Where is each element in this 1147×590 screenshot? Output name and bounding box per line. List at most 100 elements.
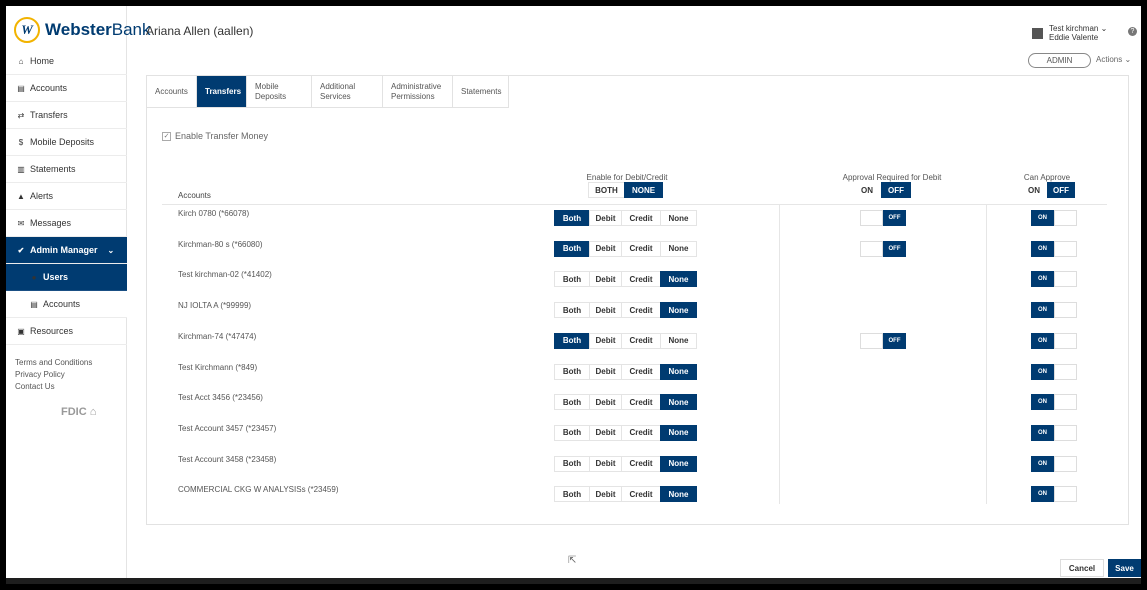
option-both-button[interactable]: Both (554, 424, 590, 441)
option-debit-button[interactable]: Debit (589, 486, 622, 503)
page-title: Ariana Allen (aallen) (146, 24, 254, 38)
master-none-button[interactable]: NONE (624, 182, 663, 198)
option-both-button[interactable]: Both (554, 271, 590, 288)
option-none-button[interactable]: None (660, 302, 697, 319)
sidebar-item-home[interactable]: ⌂ Home (6, 48, 127, 75)
approval-on-button[interactable]: ON (852, 182, 882, 198)
approval-toggle[interactable]: OFF (860, 332, 906, 349)
can-approve-toggle[interactable]: ON (1031, 424, 1077, 441)
save-button[interactable]: Save (1108, 559, 1141, 577)
sidebar-item-statements[interactable]: ▥ Statements (6, 156, 127, 183)
sidebar-item-admin-manager[interactable]: ✔ Admin Manager ⌄ (6, 237, 127, 264)
sidebar-item-alerts[interactable]: ▲ Alerts (6, 183, 127, 210)
webster-bank-logo[interactable]: W WebsterBank (14, 16, 151, 44)
account-name: Test Kirchmann (*849) (178, 362, 258, 372)
can-approve-toggle[interactable]: ON (1031, 240, 1077, 257)
option-none-button[interactable]: None (660, 424, 697, 441)
tab-administrative-permissions[interactable]: Administrative Permissions (383, 76, 453, 107)
user-menu[interactable]: Test kirchman ⌄ Eddie Valente (1032, 24, 1107, 42)
sidebar-item-resources[interactable]: ▣ Resources (6, 318, 127, 345)
can-approve-toggle[interactable]: ON (1031, 210, 1077, 226)
option-credit-button[interactable]: Credit (621, 424, 661, 441)
sidebar-item-users[interactable]: ● Users (6, 264, 127, 291)
tab-mobile-deposits[interactable]: Mobile Deposits (247, 76, 312, 107)
debit-credit-selector: Both Debit Credit None (554, 332, 697, 349)
sidebar-item-admin-accounts[interactable]: ▤ Accounts (6, 291, 127, 318)
approval-toggle[interactable]: OFF (860, 240, 906, 257)
sidebar-item-accounts[interactable]: ▤ Accounts (6, 75, 127, 102)
option-credit-button[interactable]: Credit (621, 486, 661, 503)
tab-statements[interactable]: Statements (453, 76, 509, 107)
option-both-button[interactable]: Both (554, 486, 590, 503)
option-none-button[interactable]: None (660, 363, 697, 380)
option-credit-button[interactable]: Credit (621, 332, 661, 349)
user-name: Test kirchman ⌄ (1049, 24, 1108, 33)
enable-transfer-checkbox[interactable]: ✓ Enable Transfer Money (162, 131, 268, 141)
approval-off-button[interactable]: OFF (881, 182, 911, 198)
privacy-link[interactable]: Privacy Policy (15, 369, 92, 381)
option-none-button[interactable]: None (660, 394, 697, 411)
help-icon[interactable]: ? (1128, 27, 1137, 36)
can-approve-toggle[interactable]: ON (1031, 332, 1077, 349)
option-debit-button[interactable]: Debit (589, 332, 622, 349)
tab-bar: Accounts Transfers Mobile Deposits Addit… (147, 76, 509, 108)
actions-dropdown[interactable]: Actions ⌄ (1096, 55, 1131, 64)
option-credit-button[interactable]: Credit (621, 271, 661, 288)
option-none-button[interactable]: None (660, 210, 697, 226)
terms-link[interactable]: Terms and Conditions (15, 357, 92, 369)
tab-additional-services[interactable]: Additional Services (312, 76, 383, 107)
tab-accounts[interactable]: Accounts (147, 76, 197, 107)
option-debit-button[interactable]: Debit (589, 240, 622, 257)
option-debit-button[interactable]: Debit (589, 455, 622, 472)
admin-badge[interactable]: ADMIN (1028, 53, 1091, 68)
option-both-button[interactable]: Both (554, 240, 590, 257)
sidebar-item-label: Alerts (30, 191, 54, 201)
approval-toggle[interactable]: OFF (860, 210, 906, 226)
option-none-button[interactable]: None (660, 455, 697, 472)
can-approve-off-button[interactable]: OFF (1047, 182, 1075, 198)
can-approve-toggle[interactable]: ON (1031, 455, 1077, 472)
can-approve-toggle[interactable]: ON (1031, 271, 1077, 288)
master-both-button[interactable]: BOTH (588, 182, 625, 198)
contact-link[interactable]: Contact Us (15, 381, 92, 393)
option-none-button[interactable]: None (660, 332, 697, 349)
option-both-button[interactable]: Both (554, 210, 590, 226)
option-both-button[interactable]: Both (554, 363, 590, 380)
option-credit-button[interactable]: Credit (621, 240, 661, 257)
toggle-track (1054, 486, 1077, 503)
can-approve-toggle[interactable]: ON (1031, 394, 1077, 411)
option-credit-button[interactable]: Credit (621, 455, 661, 472)
can-approve-toggle[interactable]: ON (1031, 302, 1077, 319)
bell-icon: ▲ (17, 191, 25, 201)
option-both-button[interactable]: Both (554, 332, 590, 349)
option-credit-button[interactable]: Credit (621, 210, 661, 226)
option-both-button[interactable]: Both (554, 394, 590, 411)
option-none-button[interactable]: None (660, 486, 697, 503)
sidebar-item-transfers[interactable]: ⇄ Transfers (6, 102, 127, 129)
cancel-button[interactable]: Cancel (1060, 559, 1104, 577)
can-approve-on-button[interactable]: ON (1020, 182, 1048, 198)
toggle-knob: OFF (883, 240, 906, 257)
option-credit-button[interactable]: Credit (621, 394, 661, 411)
option-debit-button[interactable]: Debit (589, 271, 622, 288)
option-both-button[interactable]: Both (554, 455, 590, 472)
sidebar-item-messages[interactable]: ✉ Messages (6, 210, 127, 237)
option-debit-button[interactable]: Debit (589, 210, 622, 226)
sidebar-item-mobile-deposits[interactable]: $ Mobile Deposits (6, 129, 127, 156)
option-debit-button[interactable]: Debit (589, 394, 622, 411)
option-none-button[interactable]: None (660, 240, 697, 257)
option-both-button[interactable]: Both (554, 302, 590, 319)
option-credit-button[interactable]: Credit (621, 363, 661, 380)
toggle-track (1054, 394, 1077, 411)
option-none-button[interactable]: None (660, 271, 697, 288)
accounts-column-header: Accounts (178, 191, 211, 200)
debit-credit-selector: Both Debit Credit None (554, 271, 697, 288)
can-approve-toggle[interactable]: ON (1031, 486, 1077, 503)
option-debit-button[interactable]: Debit (589, 424, 622, 441)
sidebar-item-label: Accounts (43, 299, 81, 309)
option-debit-button[interactable]: Debit (589, 302, 622, 319)
option-credit-button[interactable]: Credit (621, 302, 661, 319)
can-approve-toggle[interactable]: ON (1031, 363, 1077, 380)
option-debit-button[interactable]: Debit (589, 363, 622, 380)
tab-transfers[interactable]: Transfers (197, 76, 247, 107)
